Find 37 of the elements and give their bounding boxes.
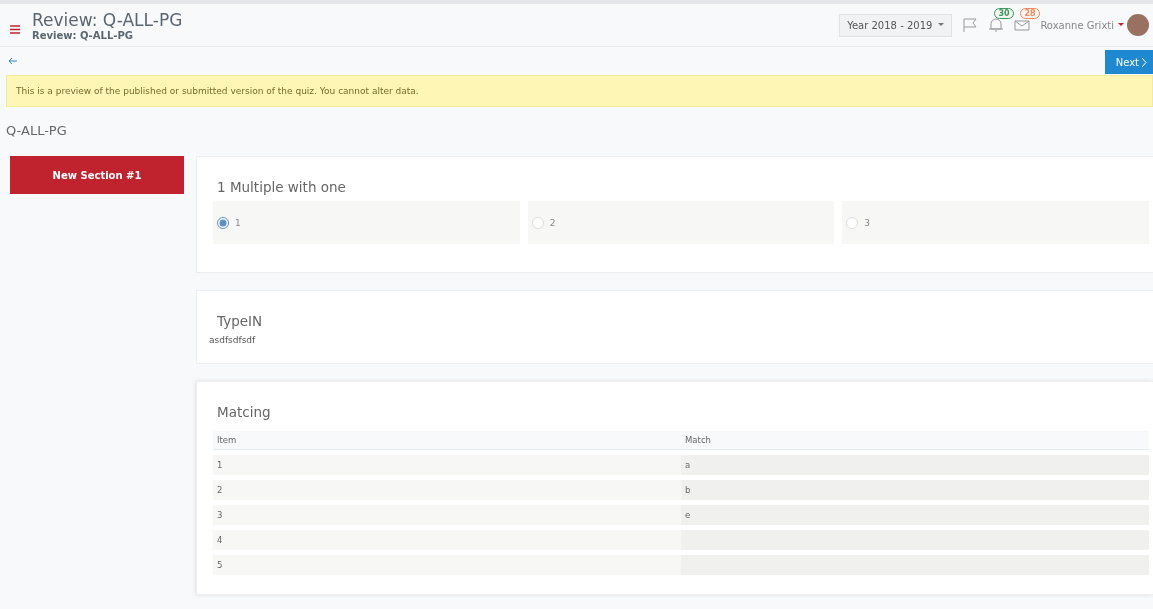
question-title: TypeIN: [217, 313, 264, 329]
column-header: Match: [681, 431, 1149, 450]
back-arrow-icon[interactable]: [8, 57, 18, 65]
answer-option[interactable]: 2: [527, 201, 835, 244]
envelope-icon[interactable]: [1014, 17, 1031, 33]
caret-icon[interactable]: [1118, 23, 1124, 27]
flag-icon[interactable]: [962, 17, 979, 33]
answer-option[interactable]: 1: [213, 201, 520, 244]
question-title: 1 Multiple with one: [217, 179, 347, 195]
notification-count: 28: [1020, 8, 1040, 19]
question-title: Matcing: [217, 404, 272, 420]
answer-text: asdfsdfsdf: [209, 335, 257, 345]
table-cell: 1: [213, 455, 681, 475]
next-button[interactable]: Next: [1104, 50, 1153, 74]
notice-banner: This is a preview of the published or submitted version of the quiz. You cannot alter data.: [6, 75, 1153, 107]
table-cell: 2: [213, 480, 681, 500]
table-cell: 4: [213, 530, 681, 550]
answer-option[interactable]: 3: [842, 201, 1149, 244]
table-cell: 5: [213, 555, 681, 575]
page-title: Review: Q-ALL-PG: [32, 9, 183, 30]
section-tab[interactable]: New Section #1: [10, 156, 184, 194]
caret-icon: [938, 23, 945, 27]
page-subtitle: Review: Q-ALL-PG: [32, 29, 134, 41]
chevron-right-icon: [1142, 57, 1147, 67]
user-name[interactable]: Roxanne Grixti: [1040, 19, 1114, 31]
avatar[interactable]: [1127, 14, 1149, 36]
year-dropdown[interactable]: Year 2018 - 2019: [839, 13, 953, 37]
table-cell: 3: [213, 505, 681, 525]
table-cell: e: [681, 505, 1149, 525]
table-cell: a: [681, 455, 1149, 475]
notification-count: 30: [994, 8, 1014, 19]
menu-icon[interactable]: [10, 24, 20, 34]
radio-button[interactable]: [217, 216, 229, 229]
bell-icon[interactable]: [988, 17, 1005, 33]
column-header: Item: [213, 431, 681, 450]
quiz-title: Q-ALL-PG: [6, 123, 68, 138]
table-cell: b: [681, 480, 1149, 500]
